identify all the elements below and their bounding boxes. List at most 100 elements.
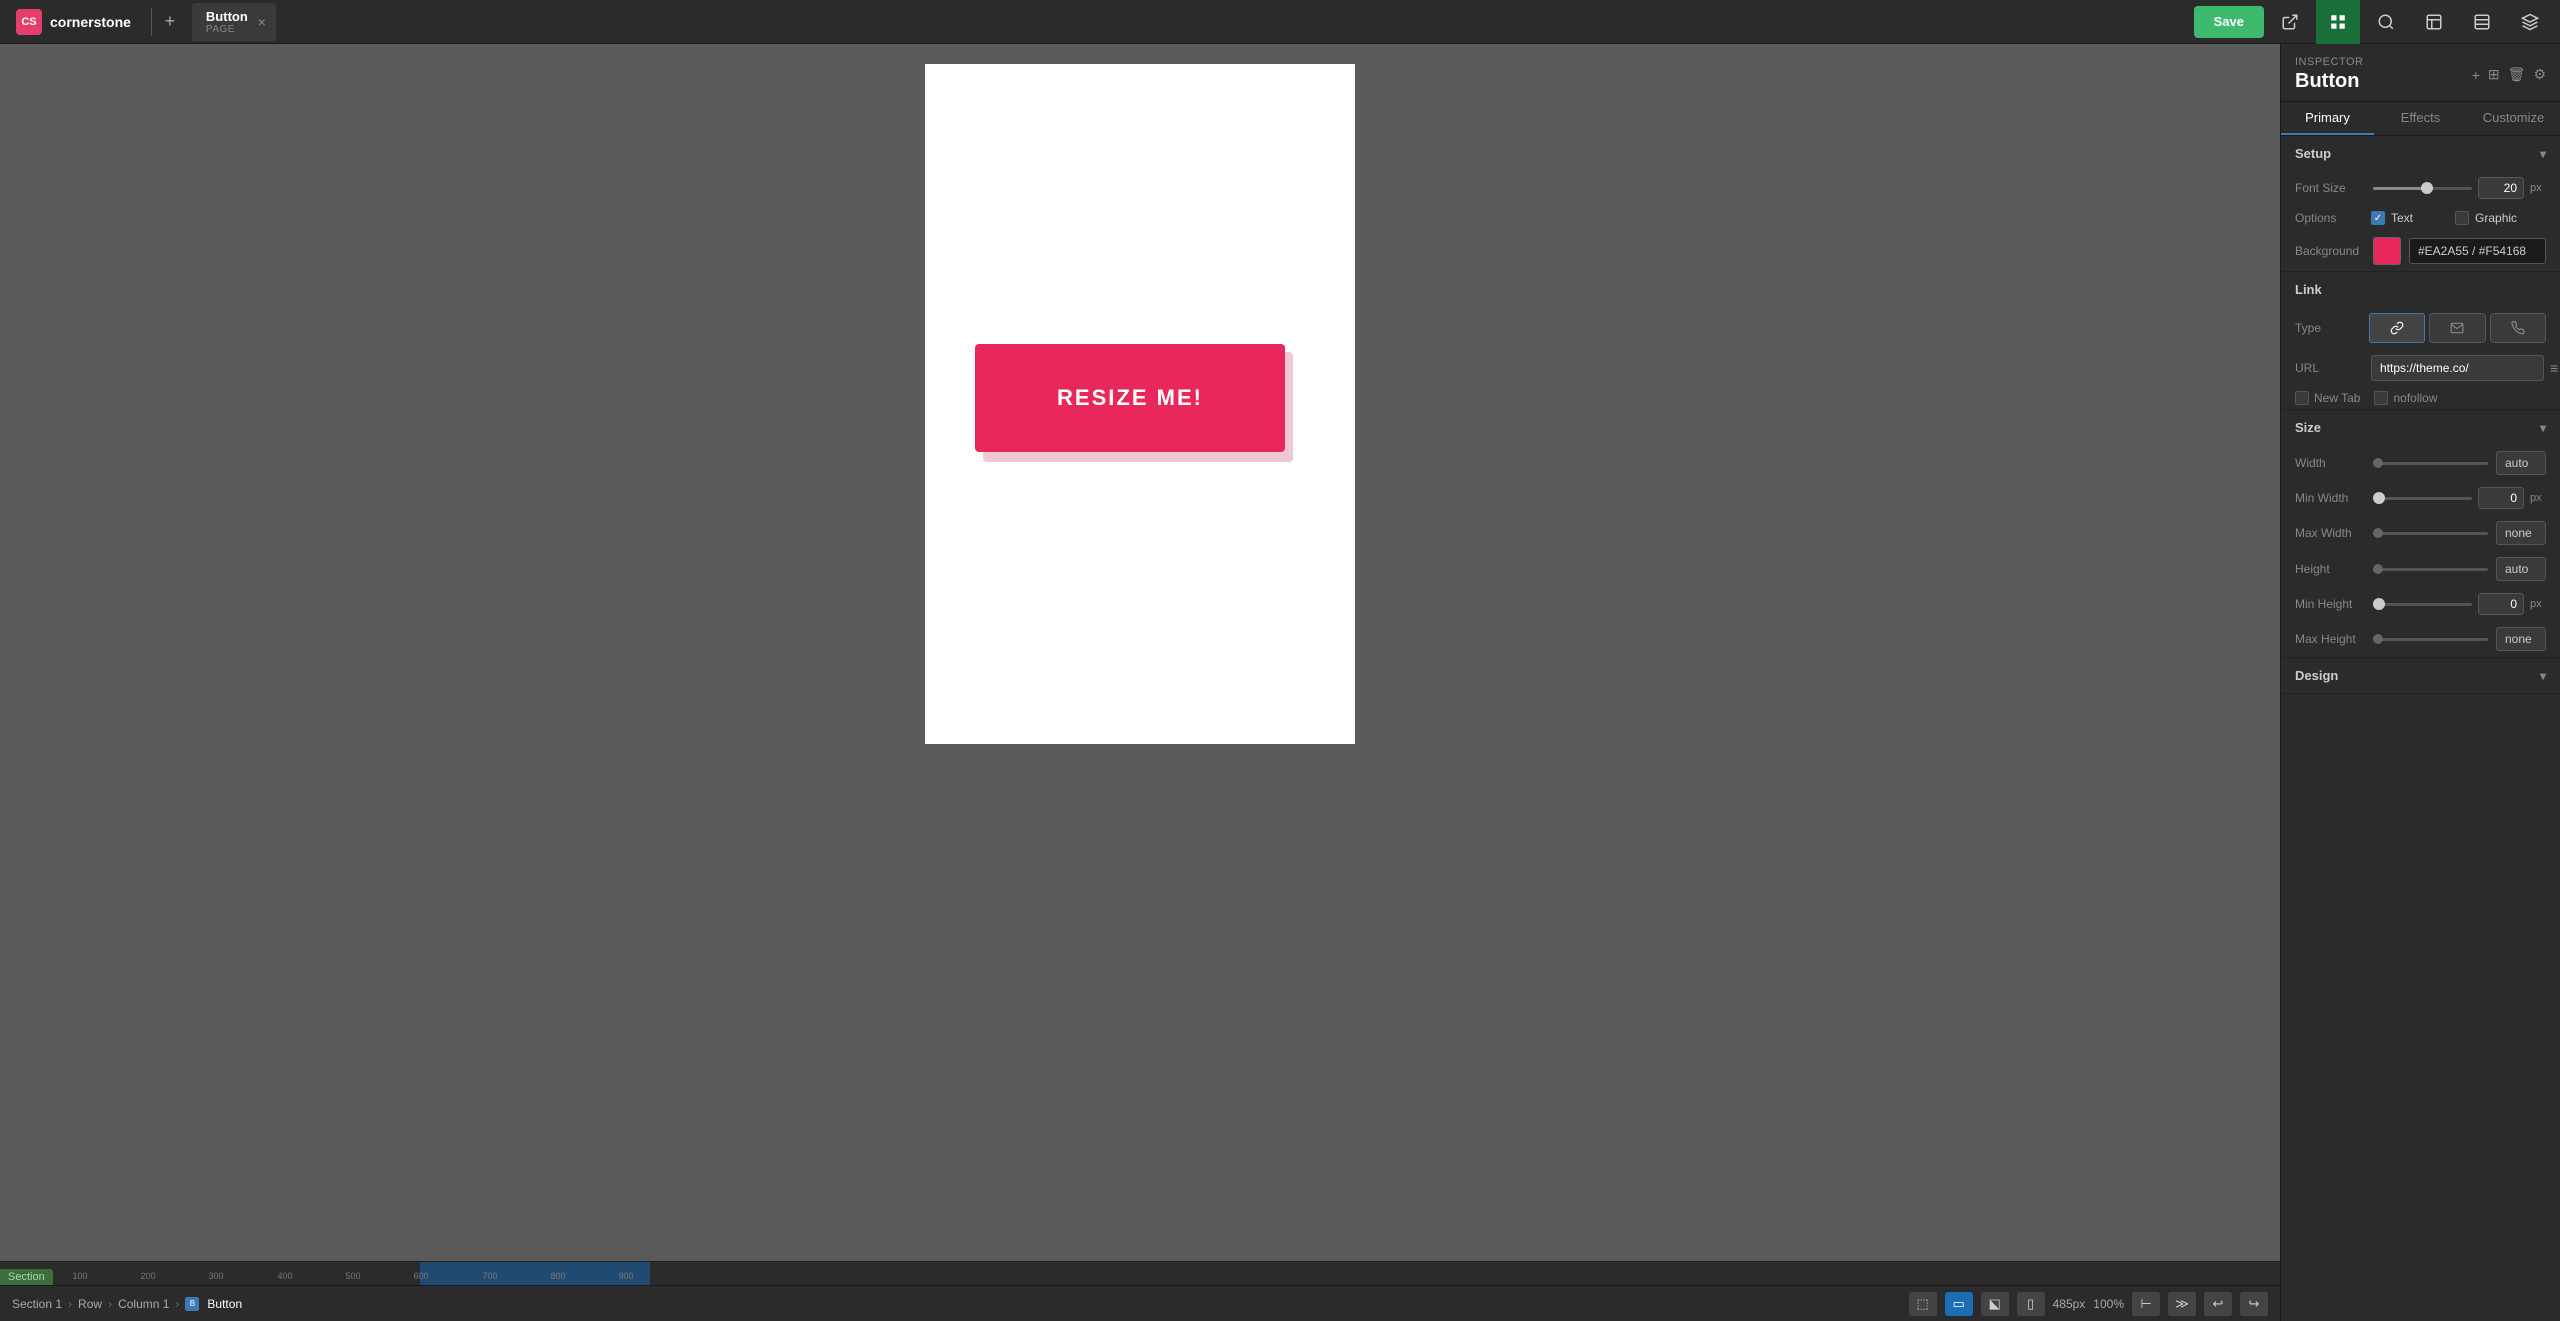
- max-width-value[interactable]: none: [2496, 521, 2546, 545]
- inspector-settings-icon[interactable]: ⚙: [2533, 66, 2546, 83]
- font-size-slider[interactable]: [2373, 187, 2472, 190]
- inspector-title-small: Inspector: [2295, 56, 2363, 68]
- min-width-slider[interactable]: [2373, 497, 2472, 500]
- min-height-input[interactable]: [2478, 593, 2524, 615]
- text-option-label: Text: [2391, 211, 2413, 225]
- undo-button[interactable]: ↩: [2204, 1292, 2232, 1316]
- blocks-button[interactable]: [2412, 0, 2456, 44]
- logo[interactable]: CS cornerstone: [0, 9, 147, 35]
- link-type-email-button[interactable]: [2429, 313, 2485, 343]
- layout-button[interactable]: [2460, 0, 2504, 44]
- min-width-thumb[interactable]: [2373, 492, 2385, 504]
- breadcrumb-column[interactable]: Column 1: [118, 1297, 169, 1311]
- inspector-panel: Inspector Button + ⊞ 🗑 ⚙ Primary Effects…: [2280, 44, 2560, 1321]
- link-options-row: New Tab nofollow: [2281, 387, 2560, 409]
- inspector-add-icon[interactable]: +: [2472, 67, 2480, 83]
- url-input[interactable]: [2371, 355, 2544, 381]
- max-height-value[interactable]: none: [2496, 627, 2546, 651]
- tab-primary[interactable]: Primary: [2281, 102, 2374, 135]
- link-section-header[interactable]: Link: [2281, 272, 2560, 307]
- background-value[interactable]: #EA2A55 / #F54168: [2409, 238, 2546, 264]
- responsive-button[interactable]: ▭: [1945, 1292, 1973, 1316]
- topbar: CS cornerstone + Button PAGE × Save: [0, 0, 2560, 44]
- save-button[interactable]: Save: [2194, 6, 2264, 38]
- button-main[interactable]: RESIZE ME!: [975, 344, 1285, 452]
- ruler-mark-900: 900: [618, 1271, 633, 1281]
- min-height-slider[interactable]: [2373, 603, 2472, 606]
- canvas-scroll[interactable]: RESIZE ME!: [0, 44, 2280, 1261]
- button-element[interactable]: RESIZE ME!: [975, 344, 1285, 454]
- new-tab-option: New Tab: [2295, 391, 2360, 405]
- nofollow-checkbox[interactable]: [2374, 391, 2388, 405]
- graphic-checkbox[interactable]: [2455, 211, 2469, 225]
- ruler-mark-500: 500: [345, 1271, 360, 1281]
- breadcrumb-button[interactable]: Button: [207, 1297, 242, 1311]
- inspector-header: Inspector Button + ⊞ 🗑 ⚙: [2281, 44, 2560, 102]
- breadcrumb-button-icon: B: [185, 1297, 199, 1311]
- code-button[interactable]: ≫: [2168, 1292, 2196, 1316]
- max-height-slider[interactable]: [2373, 638, 2488, 641]
- min-height-thumb[interactable]: [2373, 598, 2385, 610]
- min-width-row: Min Width px: [2281, 481, 2560, 515]
- grid-view-button[interactable]: [2316, 0, 2360, 44]
- font-size-unit: px: [2530, 182, 2546, 194]
- topbar-divider: [151, 8, 152, 36]
- height-value[interactable]: auto: [2496, 557, 2546, 581]
- max-width-slider[interactable]: [2373, 532, 2488, 535]
- nofollow-option: nofollow: [2374, 391, 2437, 405]
- page-tab[interactable]: Button PAGE ×: [192, 3, 276, 41]
- width-label: Width: [2295, 456, 2365, 470]
- width-value[interactable]: auto: [2496, 451, 2546, 475]
- breadcrumb-section[interactable]: Section 1: [12, 1297, 62, 1311]
- background-swatch[interactable]: [2373, 237, 2401, 265]
- link-type-url-button[interactable]: [2369, 313, 2425, 343]
- ruler-toggle[interactable]: ⊢: [2132, 1292, 2160, 1316]
- font-size-input[interactable]: [2478, 177, 2524, 199]
- ruler-content: 0 100 200 300 400 500 600 700 800 900: [0, 1262, 2280, 1285]
- tab-effects[interactable]: Effects: [2374, 102, 2467, 135]
- design-section-header[interactable]: Design ▾: [2281, 658, 2560, 693]
- mobile-button[interactable]: ▯: [2017, 1292, 2045, 1316]
- new-tab-checkbox[interactable]: [2295, 391, 2309, 405]
- tablet-button[interactable]: ⬕: [1981, 1292, 2009, 1316]
- inspector-header-icons: + ⊞ 🗑 ⚙: [2472, 66, 2546, 83]
- url-clear-button[interactable]: ≡: [2550, 360, 2558, 376]
- breadcrumb-row[interactable]: Row: [78, 1297, 102, 1311]
- add-page-button[interactable]: +: [156, 8, 184, 36]
- max-height-slider-thumb[interactable]: [2373, 634, 2383, 644]
- height-slider-thumb[interactable]: [2373, 564, 2383, 574]
- width-slider[interactable]: [2373, 462, 2488, 465]
- frame-button[interactable]: ⬚: [1909, 1292, 1937, 1316]
- width-row: Width auto: [2281, 445, 2560, 481]
- setup-section-header[interactable]: Setup ▾: [2281, 136, 2560, 171]
- height-slider[interactable]: [2373, 568, 2488, 571]
- logo-icon: CS: [16, 9, 42, 35]
- max-width-row: Max Width none: [2281, 515, 2560, 551]
- width-slider-thumb[interactable]: [2373, 458, 2383, 468]
- size-section-header[interactable]: Size ▾: [2281, 410, 2560, 445]
- tab-close-button[interactable]: ×: [258, 14, 266, 30]
- height-label: Height: [2295, 562, 2365, 576]
- new-tab-label: New Tab: [2314, 391, 2360, 405]
- link-type-phone-button[interactable]: [2490, 313, 2546, 343]
- inspector-copy-icon[interactable]: ⊞: [2488, 66, 2500, 83]
- search-button[interactable]: [2364, 0, 2408, 44]
- layers-button[interactable]: [2508, 0, 2552, 44]
- options-label: Options: [2295, 211, 2365, 225]
- slider-thumb[interactable]: [2421, 182, 2433, 194]
- text-checkbox[interactable]: ✓: [2371, 211, 2385, 225]
- max-width-slider-thumb[interactable]: [2373, 528, 2383, 538]
- dimensions-display: 485px: [2053, 1297, 2086, 1311]
- inspector-delete-icon[interactable]: 🗑: [2508, 66, 2526, 83]
- external-link-button[interactable]: [2268, 0, 2312, 44]
- tab-customize[interactable]: Customize: [2467, 102, 2560, 135]
- ruler-mark-600: 600: [413, 1271, 428, 1281]
- ruler-mark-100: 100: [72, 1271, 87, 1281]
- min-height-row: Min Height px: [2281, 587, 2560, 621]
- ruler-mark-300: 300: [208, 1271, 223, 1281]
- setup-section: Setup ▾ Font Size px Options: [2281, 136, 2560, 272]
- statusbar: Section 1 › Row › Column 1 › B Button ⬚ …: [0, 1285, 2280, 1321]
- min-width-input[interactable]: [2478, 487, 2524, 509]
- inspector-title-large: Button: [2295, 70, 2363, 93]
- redo-button[interactable]: ↪: [2240, 1292, 2268, 1316]
